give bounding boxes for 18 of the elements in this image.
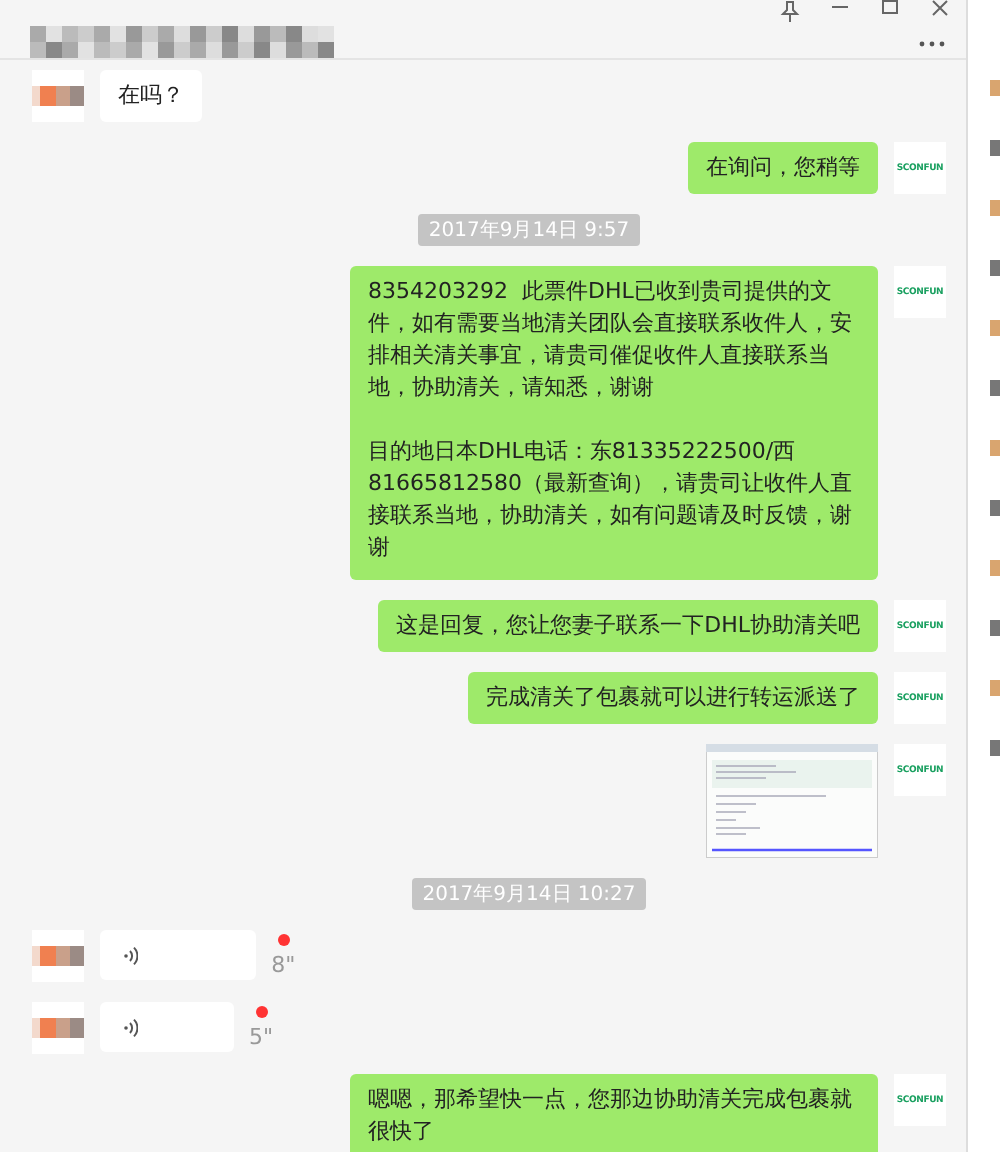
message-bubble: 在吗？ xyxy=(100,70,202,122)
message-bubble: 完成清关了包裹就可以进行转运派送了 xyxy=(468,672,878,724)
timestamp: 2017年9月14日 10:27 xyxy=(412,878,646,910)
sound-wave-icon xyxy=(124,945,138,965)
message-bubble: 这是回复，您让您妻子联系一下DHL协助清关吧 xyxy=(378,600,878,652)
voice-duration: 8" xyxy=(271,952,296,978)
timestamp: 2017年9月14日 9:57 xyxy=(418,214,640,246)
blurred-avatar xyxy=(32,86,84,106)
message-bubble: 嗯嗯，那希望快一点，您那边协助清关完成包裹就很快了 xyxy=(350,1074,878,1152)
message-text: 8354203292 此票件DHL已收到贵司提供的文件，如有需要当地清关团队会直接联系收件人，安排相关清关事宜，请贵司催促收件人直接联系当地，协助清关，请知悉，谢谢 xyxy=(368,276,854,404)
message-bubble: 在询问，您稍等 xyxy=(688,142,878,194)
blurred-avatar xyxy=(32,946,84,966)
voice-duration: 5" xyxy=(249,1024,274,1050)
blurred-avatar xyxy=(32,1018,84,1038)
message-text: 目的地日本DHL电话：东81335222500/西81665812580（最新查询），请贵司让收件人直接联系当地，协助清关，如有问题请及时反馈，谢谢 xyxy=(368,436,854,564)
sound-wave-icon xyxy=(124,1017,138,1037)
more-icon[interactable] xyxy=(918,40,946,48)
pin-icon[interactable] xyxy=(780,0,800,22)
